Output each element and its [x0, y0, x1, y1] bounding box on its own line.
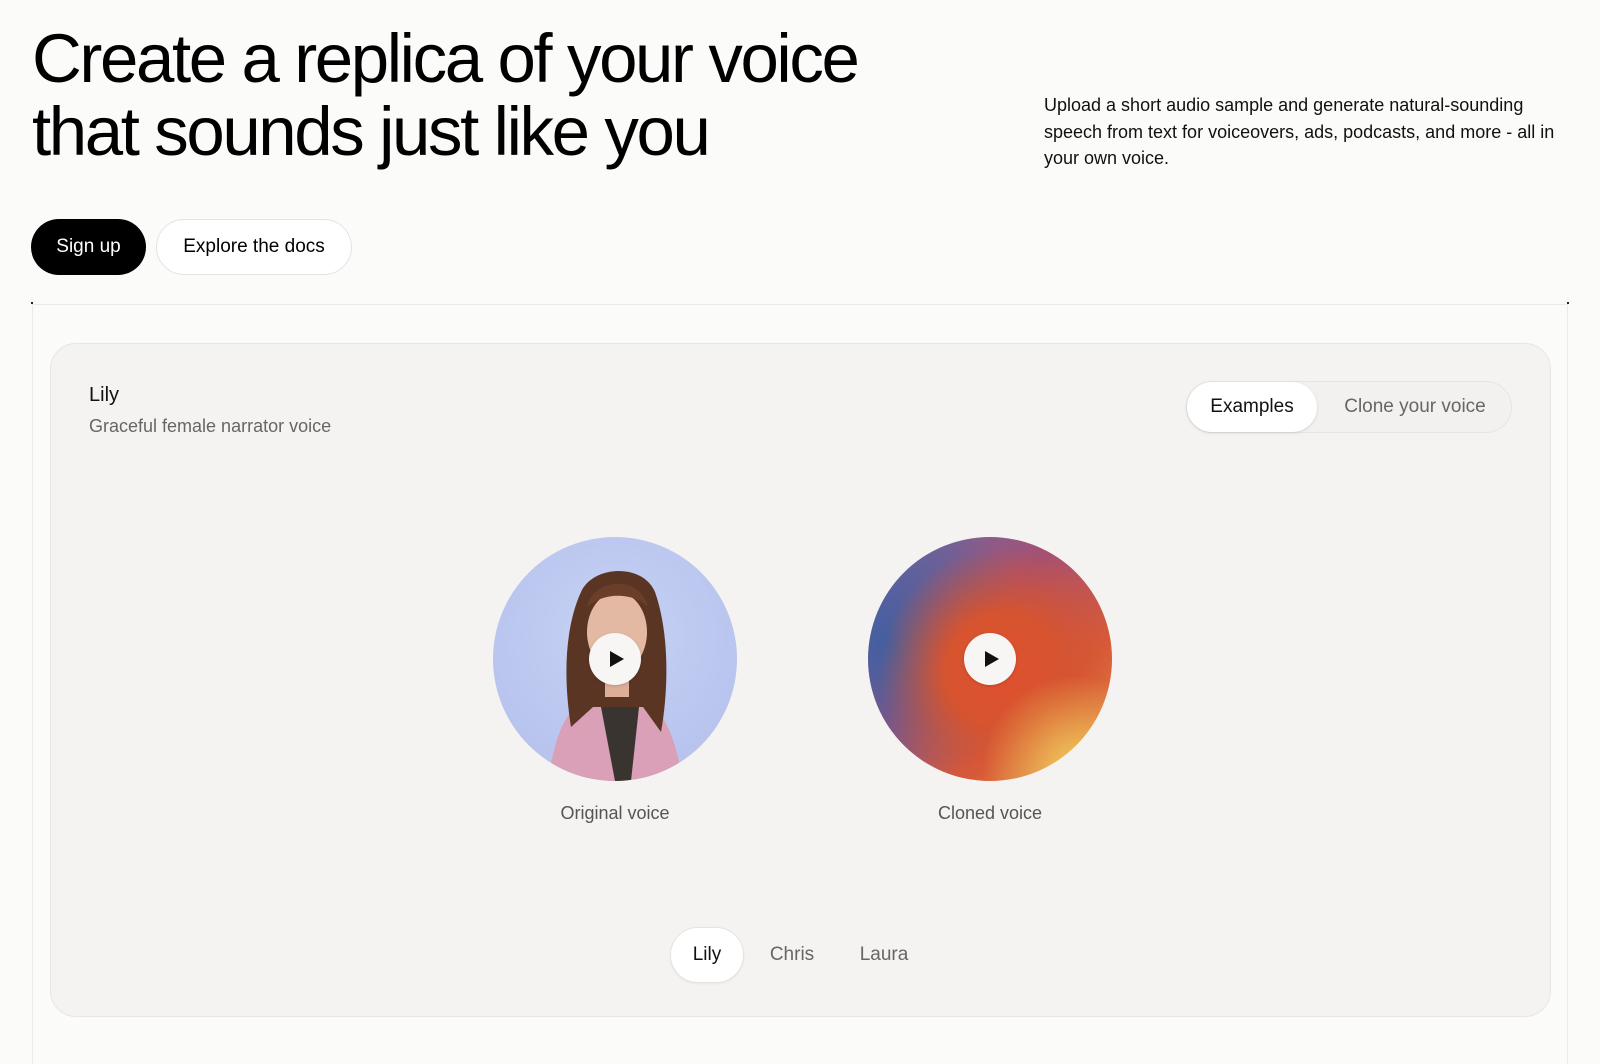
- cloned-voice-orb[interactable]: [868, 537, 1112, 781]
- voice-selector: Lily Chris Laura: [670, 927, 928, 983]
- cta-row: Sign up Explore the docs: [31, 219, 352, 275]
- voice-demo-card: Lily Graceful female narrator voice Exam…: [50, 343, 1551, 1017]
- frame-corner-mark-right: [1567, 302, 1569, 304]
- play-icon: [609, 651, 624, 667]
- voice-description: Graceful female narrator voice: [89, 416, 332, 436]
- original-voice-player: Original voice: [493, 537, 737, 824]
- hero-description: Upload a short audio sample and generate…: [1044, 95, 1555, 168]
- hero-title-line-2: that sounds just like you: [32, 93, 711, 170]
- tab-examples[interactable]: Examples: [1187, 382, 1317, 432]
- original-voice-avatar[interactable]: [493, 537, 737, 781]
- cloned-voice-caption: Cloned voice: [937, 803, 1043, 823]
- cloned-voice-player: Cloned voice: [868, 537, 1112, 824]
- tab-clone-your-voice[interactable]: Clone your voice: [1317, 382, 1513, 432]
- voice-chip-chris[interactable]: Chris: [744, 927, 840, 983]
- voice-chip-lily[interactable]: Lily: [670, 927, 744, 983]
- original-voice-caption: Original voice: [560, 803, 670, 823]
- play-cloned-button[interactable]: [964, 633, 1016, 685]
- hero-title: Create a replica of your voice that soun…: [32, 22, 992, 168]
- play-icon: [984, 651, 999, 667]
- voice-chip-laura[interactable]: Laura: [840, 927, 928, 983]
- explore-docs-button[interactable]: Explore the docs: [156, 219, 352, 275]
- mode-toggle: Examples Clone your voice: [1186, 381, 1512, 433]
- voice-name: Lily: [89, 384, 120, 406]
- sign-up-button[interactable]: Sign up: [31, 219, 146, 275]
- hero-title-line-1: Create a replica of your voice: [32, 20, 860, 97]
- frame-corner-mark-left: [31, 302, 33, 304]
- play-original-button[interactable]: [589, 633, 641, 685]
